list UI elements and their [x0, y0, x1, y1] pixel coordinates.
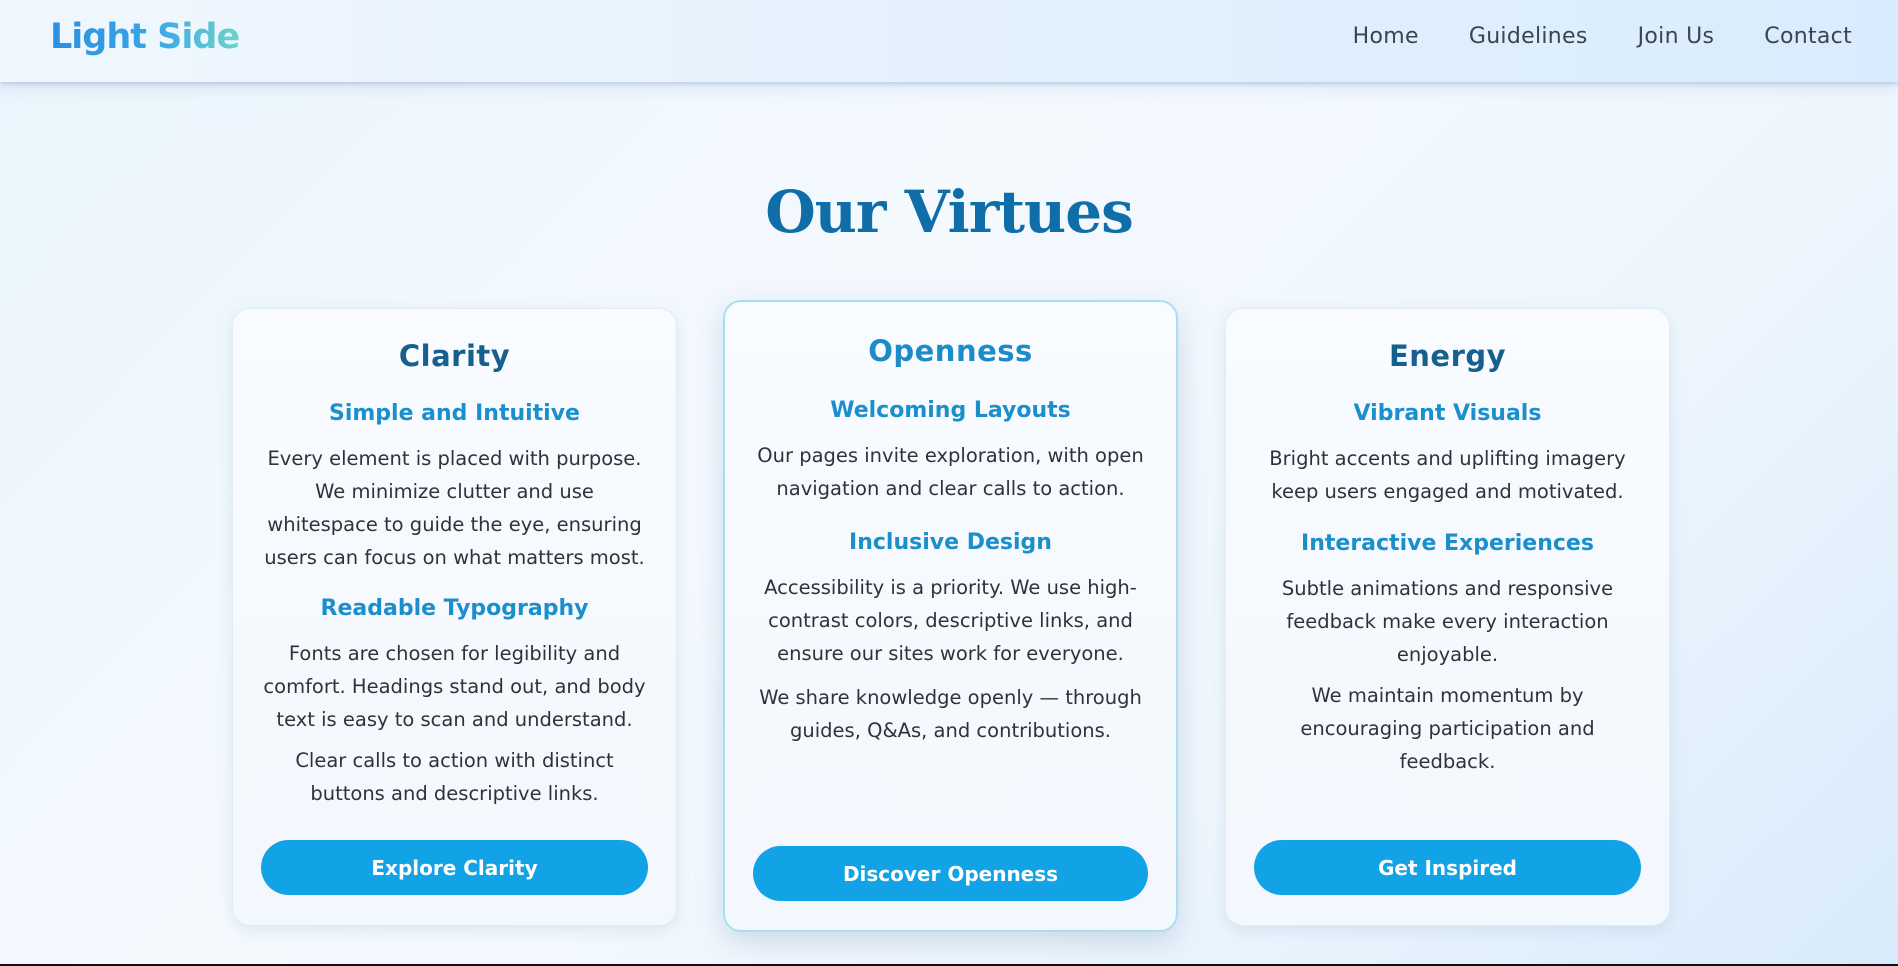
get-inspired-button[interactable]: Get Inspired	[1254, 840, 1641, 895]
card-paragraph: Every element is placed with purpose. We…	[264, 447, 645, 569]
card-title: Energy	[1388, 339, 1507, 373]
discover-openness-button[interactable]: Discover Openness	[753, 846, 1148, 901]
virtue-card-openness: Openness Welcoming Layouts Our pages inv…	[723, 300, 1178, 932]
card-subheading: Interactive Experiences	[1301, 531, 1594, 556]
card-paragraph: Clear calls to action with distinct butt…	[295, 749, 614, 805]
nav-home-link[interactable]: Home	[1353, 24, 1419, 49]
card-subheading: Simple and Intuitive	[329, 401, 580, 426]
card-subheading: Inclusive Design	[849, 530, 1052, 555]
card-subheading: Vibrant Visuals	[1353, 401, 1542, 426]
card-subheading: Readable Typography	[320, 596, 589, 621]
card-paragraph: Bright accents and uplifting imagery kee…	[1269, 447, 1626, 503]
main-nav: Home Guidelines Join Us Contact	[1353, 24, 1852, 49]
virtue-card-clarity: Clarity Simple and Intuitive Every eleme…	[232, 308, 677, 926]
card-paragraph: We maintain momentum by encouraging part…	[1300, 684, 1595, 773]
virtue-card-energy: Energy Vibrant Visuals Bright accents an…	[1225, 308, 1670, 926]
nav-guidelines-link[interactable]: Guidelines	[1469, 24, 1588, 49]
card-paragraph: We share knowledge openly — through guid…	[759, 686, 1142, 742]
card-paragraph: Fonts are chosen for legibility and comf…	[263, 642, 646, 731]
card-paragraph: Subtle animations and responsive feedbac…	[1281, 577, 1614, 666]
explore-clarity-button[interactable]: Explore Clarity	[261, 840, 648, 895]
site-logo[interactable]: Light Side	[50, 17, 240, 57]
nav-contact-link[interactable]: Contact	[1764, 24, 1852, 49]
site-header: Light Side Home Guidelines Join Us Conta…	[0, 0, 1898, 82]
card-title: Clarity	[398, 339, 511, 373]
nav-join-us-link[interactable]: Join Us	[1638, 24, 1715, 49]
card-paragraph: Accessibility is a priority. We use high…	[764, 576, 1137, 665]
card-title: Openness	[868, 334, 1033, 368]
card-paragraph: Our pages invite exploration, with open …	[757, 444, 1144, 500]
card-subheading: Welcoming Layouts	[830, 398, 1071, 423]
section-title: Our Virtues	[765, 178, 1134, 246]
